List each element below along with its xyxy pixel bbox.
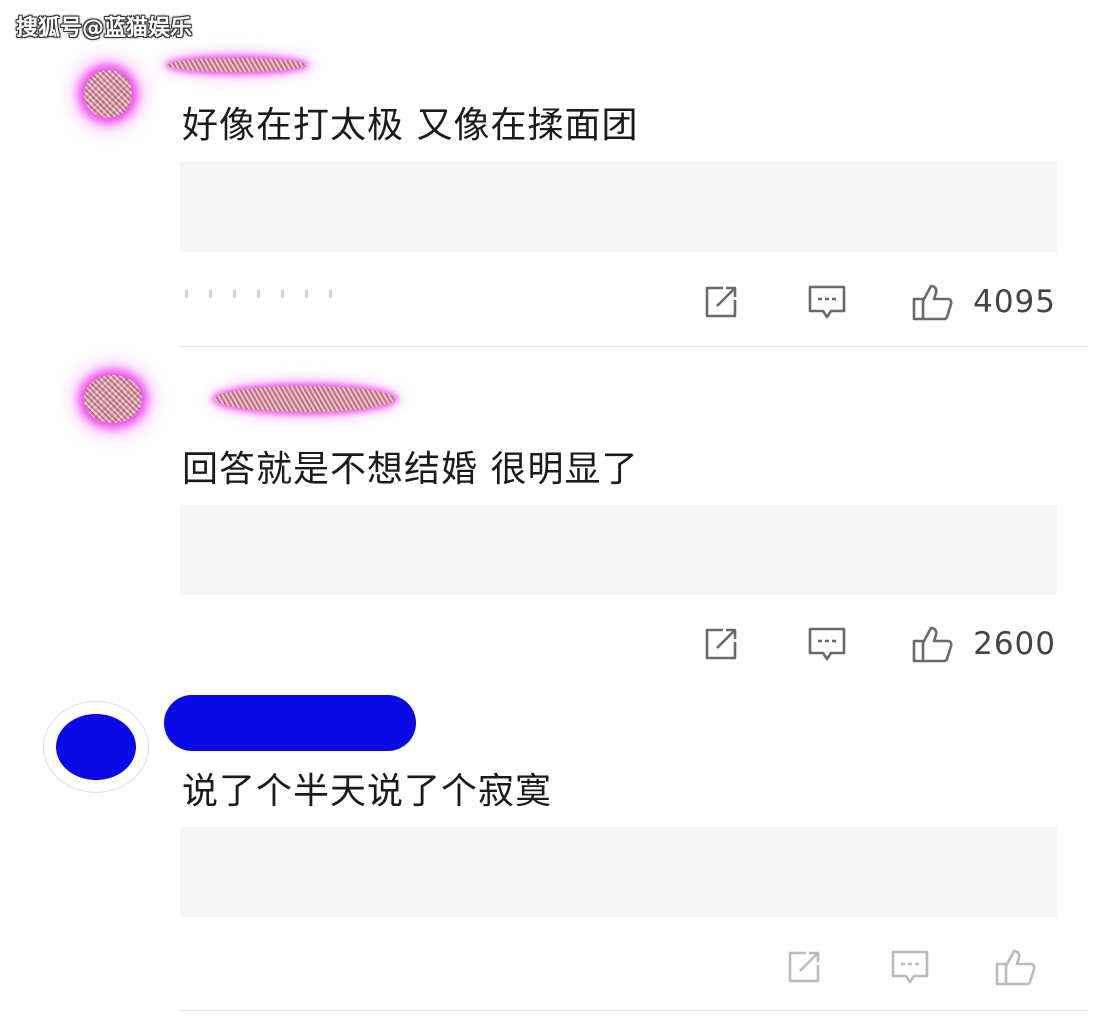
avatar[interactable] — [84, 70, 132, 118]
comment-icon[interactable] — [888, 945, 932, 989]
action-bar: 2600 — [699, 622, 1056, 666]
watermark: 搜狐号@蓝猫娱乐 — [16, 16, 193, 41]
thumbs-up-icon[interactable] — [911, 280, 955, 324]
avatar[interactable] — [56, 714, 136, 780]
divider — [180, 346, 1088, 347]
thumbs-up-icon[interactable] — [994, 945, 1038, 989]
like-count: 4095 — [973, 284, 1056, 320]
comment-icon[interactable] — [805, 622, 849, 666]
share-icon[interactable] — [699, 280, 743, 324]
share-icon[interactable] — [782, 945, 826, 989]
comment-text: 说了个半天说了个寂寞 — [182, 771, 553, 812]
like-count: 2600 — [973, 626, 1056, 662]
action-bar — [782, 945, 1056, 989]
username-redacted[interactable] — [215, 386, 395, 412]
comment-text: 回答就是不想结婚 很明显了 — [182, 449, 639, 490]
thumbs-up-icon[interactable] — [911, 622, 955, 666]
comment-icon[interactable] — [805, 280, 849, 324]
action-bar: 4095 — [699, 280, 1056, 324]
username-redacted[interactable] — [164, 695, 416, 751]
username-redacted[interactable] — [168, 58, 306, 72]
avatar[interactable] — [84, 375, 142, 423]
quoted-content[interactable] — [180, 505, 1057, 595]
quoted-content[interactable] — [180, 162, 1057, 252]
share-icon[interactable] — [699, 622, 743, 666]
quoted-content[interactable] — [180, 827, 1057, 917]
timestamp-redacted — [185, 290, 345, 298]
divider — [180, 1010, 1088, 1011]
comment-text: 好像在打太极 又像在揉面团 — [182, 105, 639, 146]
